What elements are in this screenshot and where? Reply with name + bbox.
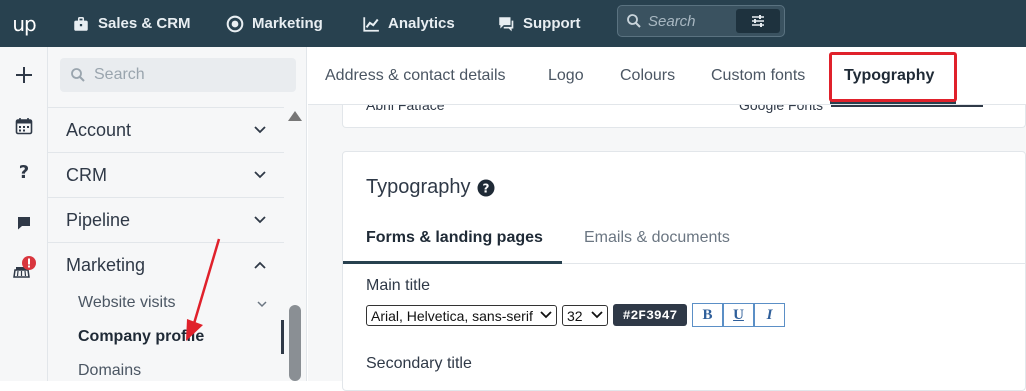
scrollbar-thumb[interactable]	[289, 305, 301, 381]
calendar-icon	[15, 118, 33, 135]
font-select-value: Arial, Helvetica, sans-serif	[371, 307, 533, 324]
typography-subtabs: Forms & landing pages Emails & documents	[343, 212, 1026, 264]
italic-toggle[interactable]: I	[754, 303, 785, 327]
tab-colours[interactable]: Colours	[620, 47, 675, 105]
nav-analytics[interactable]: Analytics	[362, 0, 455, 47]
sidebar-item-label: Account	[66, 119, 132, 140]
subtab-forms-landing-pages[interactable]: Forms & landing pages	[366, 212, 543, 264]
subtab-label: Forms & landing pages	[366, 229, 543, 246]
sidebar-search-input[interactable]: Search	[60, 58, 296, 92]
sidebar-item-label: CRM	[66, 164, 107, 185]
sliders-icon	[752, 15, 764, 27]
search-filter-button[interactable]	[736, 9, 780, 33]
chevron-down-icon	[254, 216, 266, 224]
sidebar-item-crm[interactable]: CRM	[48, 152, 284, 197]
sidebar-item-pipeline[interactable]: Pipeline	[48, 197, 284, 242]
settings-tabs: Address & contact details Logo Colours C…	[308, 47, 1026, 105]
sidebar-item-account[interactable]: Account	[48, 107, 284, 152]
target-icon	[226, 15, 244, 32]
broom-alert-icon	[13, 256, 36, 278]
sidebar-scrollbar[interactable]	[284, 105, 306, 381]
tab-address-contact[interactable]: Address & contact details	[325, 47, 506, 105]
svg-text:?: ?	[482, 181, 489, 195]
chevron-down-icon	[591, 311, 603, 319]
nav-marketing-label: Marketing	[252, 15, 323, 32]
active-subtab-underline	[343, 261, 562, 264]
search-icon	[627, 14, 641, 28]
rail-calendar-button[interactable]	[0, 117, 48, 135]
tab-label: Colours	[620, 67, 676, 84]
tab-label: Address & contact details	[325, 67, 506, 84]
sidebar-subitem-label: Domains	[78, 362, 142, 379]
sidebar-search-placeholder: Search	[94, 66, 145, 83]
chat-icon	[499, 16, 514, 31]
question-icon: ?	[19, 162, 29, 182]
settings-sidebar: Search Account CRM Pipeline Marketing We…	[48, 47, 307, 381]
chevron-up-icon	[254, 261, 266, 269]
nav-analytics-label: Analytics	[388, 15, 455, 32]
sidebar-subitem-website-visits[interactable]: Website visits	[78, 294, 176, 312]
subtab-emails-documents[interactable]: Emails & documents	[584, 212, 730, 264]
tab-custom-fonts[interactable]: Custom fonts	[711, 47, 805, 105]
chevron-down-icon	[254, 171, 266, 179]
global-search-placeholder: Search	[648, 12, 696, 30]
svg-text:?: ?	[19, 162, 29, 182]
subtab-label: Emails & documents	[584, 229, 730, 246]
typography-title-text: Typography	[366, 176, 471, 198]
rail-comments-button[interactable]	[0, 215, 48, 231]
chart-line-icon	[363, 16, 379, 32]
rail-add-button[interactable]	[0, 65, 48, 85]
bold-toggle[interactable]: B	[692, 303, 723, 327]
scroll-up-arrow-icon[interactable]	[287, 110, 303, 122]
underline-toggle[interactable]: U	[723, 303, 754, 327]
chevron-down-icon	[540, 308, 552, 322]
help-circle-icon[interactable]: ?	[477, 179, 495, 197]
app-logo[interactable]: up	[0, 0, 48, 47]
annotation-arrow	[186, 238, 221, 341]
sidebar-subitem-domains[interactable]: Domains	[78, 362, 141, 380]
icon-rail: ?	[0, 47, 48, 381]
size-select-value: 32	[567, 307, 583, 324]
nav-support-label: Support	[523, 15, 581, 32]
tab-label: Custom fonts	[711, 67, 806, 84]
main-title-color-picker[interactable]: #2F3947	[613, 304, 687, 326]
rail-help-button[interactable]: ?	[0, 162, 48, 182]
nav-marketing[interactable]: Marketing	[226, 0, 323, 47]
custom-font-source: Google Fonts	[739, 105, 824, 113]
rail-notifications-button[interactable]	[0, 255, 48, 281]
main-title-font-select[interactable]: Arial, Helvetica, sans-serif	[366, 305, 557, 326]
global-search[interactable]: Search	[617, 5, 785, 37]
annotation-highlight-box	[829, 52, 957, 102]
main-content: Address & contact details Logo Colours C…	[308, 47, 1026, 391]
main-title-label: Main title	[366, 277, 431, 294]
top-navigation-bar: up Sales & CRM Marketing Analytics Suppo…	[0, 0, 1026, 47]
secondary-title-label: Secondary title	[366, 355, 472, 372]
nav-sales-crm[interactable]: Sales & CRM	[72, 0, 191, 47]
briefcase-icon	[74, 16, 88, 31]
custom-font-name: Abril Fatface	[366, 105, 445, 113]
chevron-down-icon	[254, 126, 266, 134]
tab-indicator-bar	[831, 105, 983, 107]
typography-card: Typography ? Forms & landing pages Email…	[342, 151, 1026, 391]
custom-fonts-card: Abril Fatface Google Fonts	[342, 105, 1026, 128]
typography-title: Typography ?	[366, 176, 495, 199]
sidebar-item-marketing[interactable]: Marketing	[48, 242, 284, 287]
chevron-down-icon[interactable]	[257, 301, 267, 308]
tab-logo[interactable]: Logo	[548, 47, 584, 105]
plus-icon	[16, 67, 32, 83]
search-icon	[71, 68, 85, 82]
comment-icon	[18, 217, 30, 230]
tab-label: Logo	[548, 67, 584, 84]
sidebar-item-label: Pipeline	[66, 209, 131, 230]
nav-sales-crm-label: Sales & CRM	[98, 15, 191, 32]
sidebar-item-label: Marketing	[66, 254, 146, 275]
sidebar-subitem-label: Website visits	[78, 294, 176, 311]
nav-support[interactable]: Support	[497, 0, 581, 47]
main-title-size-select[interactable]: 32	[562, 305, 608, 326]
